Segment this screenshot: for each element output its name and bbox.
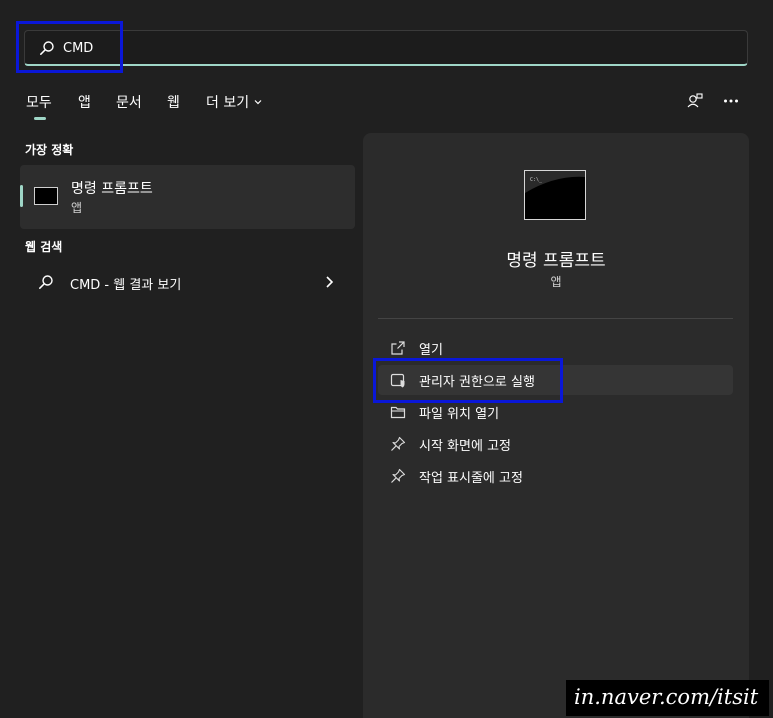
svg-text:C:\_: C:\_ (530, 177, 543, 183)
best-match-title: 명령 프롬프트 (71, 181, 153, 197)
section-title-web-search: 웹 검색 (25, 240, 63, 254)
command-prompt-large-icon: C:\_ (524, 170, 586, 220)
best-match-subtitle: 앱 (71, 201, 83, 215)
account-switch-icon[interactable] (686, 92, 704, 110)
search-icon (39, 275, 53, 289)
chevron-right-icon[interactable] (322, 274, 336, 290)
action-open-file-location-label: 파일 위치 열기 (419, 407, 500, 422)
tab-apps[interactable]: 앱 (78, 92, 91, 112)
watermark: in.naver.com/itsit (566, 680, 769, 716)
annotation-highlight-search (16, 21, 123, 73)
section-title-best-match: 가장 정확 (25, 143, 74, 157)
command-prompt-icon (34, 187, 58, 205)
tab-web[interactable]: 웹 (167, 92, 180, 112)
tab-more-label: 더 보기 (206, 95, 250, 111)
folder-icon (390, 406, 406, 419)
active-tab-indicator (34, 117, 46, 120)
preview-app-subtitle: 앱 (550, 275, 562, 289)
open-external-icon (391, 341, 405, 355)
tab-more[interactable]: 더 보기 (206, 92, 263, 112)
pin-icon (391, 468, 406, 483)
action-pin-to-start-label: 시작 화면에 고정 (419, 439, 511, 454)
action-pin-to-taskbar-label: 작업 표시줄에 고정 (419, 471, 523, 486)
search-input[interactable] (63, 38, 663, 58)
selection-accent (20, 185, 23, 207)
preview-app-title: 명령 프롬프트 (506, 251, 606, 271)
action-open-file-location[interactable]: 파일 위치 열기 (378, 397, 733, 427)
web-result-label: CMD - 웹 결과 보기 (70, 278, 182, 293)
watermark-text: in.naver.com/itsit (574, 685, 759, 709)
action-pin-to-taskbar[interactable]: 작업 표시줄에 고정 (378, 461, 733, 491)
divider (378, 318, 733, 319)
chevron-down-icon (254, 100, 262, 105)
tab-all[interactable]: 모두 (26, 92, 52, 112)
tab-documents[interactable]: 문서 (116, 92, 142, 112)
pin-icon (391, 436, 406, 451)
action-pin-to-start[interactable]: 시작 화면에 고정 (378, 429, 733, 459)
search-box[interactable] (24, 30, 748, 66)
action-open-label: 열기 (419, 343, 443, 358)
more-options-icon[interactable] (722, 92, 740, 110)
